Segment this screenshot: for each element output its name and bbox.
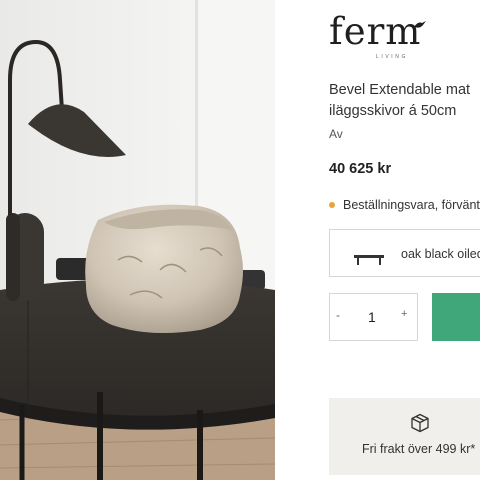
table-icon [354,255,384,265]
stock-status-dot-icon [329,202,335,208]
quantity-decrease-button[interactable]: - [336,308,340,322]
shipping-text: Fri frakt över 499 kr* [362,442,476,456]
product-price: 40 625 kr [329,161,392,177]
variant-selector[interactable]: oak black oiled [329,229,480,277]
product-photo-illustration [0,0,275,480]
add-to-cart-button[interactable] [432,293,480,341]
product-image [0,0,275,480]
bird-icon [414,21,426,28]
product-brand-link[interactable]: Av [329,127,343,141]
package-icon [411,413,429,433]
quantity-increase-button[interactable]: + [401,308,407,320]
variant-label: oak black oiled [401,247,480,261]
brand-name: ferm [329,10,422,53]
product-panel: ferm LIVING Bevel Extendable mat iläggss… [275,0,480,480]
brand-logo[interactable]: ferm LIVING [329,10,429,62]
stock-status-text: Beställningsvara, förvänt [343,198,480,212]
quantity-stepper[interactable]: - 1 + [329,293,418,341]
shipping-info: Fri frakt över 499 kr* [329,398,480,475]
stock-status: Beställningsvara, förvänt [329,198,480,212]
product-title: Bevel Extendable mat iläggsskivor á 50cm [329,80,480,122]
quantity-value[interactable]: 1 [368,309,376,325]
brand-sub: LIVING [376,54,408,60]
product-title-line2: iläggsskivor á 50cm [329,103,457,119]
product-title-line1: Bevel Extendable mat [329,82,471,98]
